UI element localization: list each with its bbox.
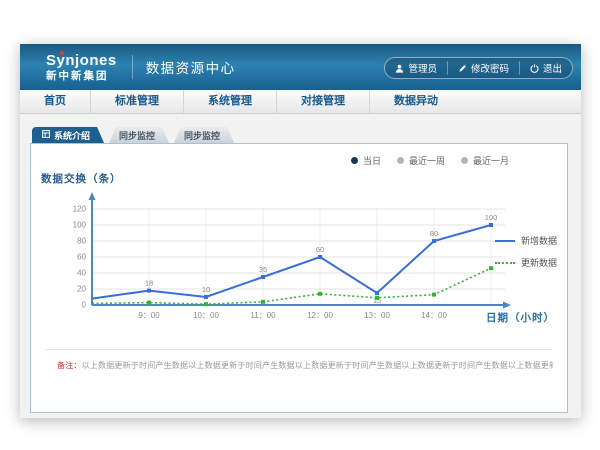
tab[interactable]: 系统介绍	[32, 127, 104, 143]
chart-legend: 新增数据 更新数据	[495, 234, 557, 269]
tab-label: 同步监控	[119, 129, 155, 142]
x-axis-title: 日期（小时）	[486, 310, 555, 325]
svg-text:20: 20	[77, 285, 86, 294]
svg-text:35: 35	[259, 265, 267, 274]
company-logo: Synjones 新中新集团	[46, 53, 117, 82]
footnote-text: 以上数据更新于时间产生数据以上数据更新于时间产生数据以上数据更新于时间产生数据以…	[82, 361, 553, 370]
content-area: 系统介绍 同步监控 同步监控 当日 最近一周 最近一月 数据交换（条） 0 20 4…	[30, 127, 568, 413]
user-menu-label: 修改密码	[471, 61, 509, 75]
legend-line-sample	[495, 240, 515, 242]
user-menu-item[interactable]: 修改密码	[447, 61, 519, 75]
filter-option[interactable]: 最近一周	[397, 154, 445, 167]
svg-text:60: 60	[316, 245, 324, 254]
legend-label: 新增数据	[521, 234, 557, 247]
svg-text:10: 10	[202, 285, 210, 294]
filter-label: 最近一月	[473, 154, 509, 167]
nav-item[interactable]: 标准管理	[90, 90, 183, 113]
filter-label: 当日	[363, 154, 381, 167]
nav-item[interactable]: 对接管理	[276, 90, 369, 113]
logout-icon	[530, 64, 539, 73]
svg-text:80: 80	[77, 237, 86, 246]
edit-icon	[458, 64, 467, 73]
radio-icon	[461, 157, 468, 164]
svg-text:18: 18	[145, 279, 153, 288]
svg-text:10：00: 10：00	[193, 311, 219, 320]
filter-option[interactable]: 最近一月	[461, 154, 509, 167]
footnote-label: 备注：	[57, 361, 82, 370]
time-range-filters: 当日 最近一周 最近一月	[351, 154, 509, 167]
svg-text:14：00: 14：00	[421, 311, 447, 320]
legend-item[interactable]: 更新数据	[495, 256, 557, 269]
line-chart: 0 20 40 60 80 100 120 9：00 10：00 11：00 12：00 13：00 1…	[47, 190, 517, 335]
svg-text:13：00: 13：00	[364, 311, 390, 320]
logo-subtitle: 新中新集团	[46, 71, 117, 82]
user-menu: 管理员 修改密码 退出	[384, 57, 573, 79]
filter-option[interactable]: 当日	[351, 154, 381, 167]
tab-bar: 系统介绍 同步监控 同步监控	[32, 127, 568, 143]
note-divider	[45, 349, 553, 350]
tab-label: 同步监控	[184, 129, 220, 142]
svg-text:120: 120	[73, 205, 87, 214]
nav-item[interactable]: 首页	[20, 90, 90, 113]
filter-label: 最近一周	[409, 154, 445, 167]
tab-label: 系统介绍	[54, 129, 90, 142]
page-title: 数据资源中心	[146, 57, 236, 77]
radio-icon	[351, 157, 358, 164]
tab[interactable]: 同步监控	[174, 127, 234, 143]
y-axis-title: 数据交换（条）	[41, 171, 122, 186]
chart-container: 0 20 40 60 80 100 120 9：00 10：00 11：00 12：00 13：00 1…	[47, 190, 517, 340]
svg-text:40: 40	[77, 269, 86, 278]
user-menu-label: 管理员	[408, 61, 437, 75]
web-page: Synjones 新中新集团 数据资源中心 管理员 修改密码 退出 首页标准管理…	[20, 44, 581, 418]
user-menu-item[interactable]: 管理员	[385, 61, 447, 75]
user-menu-item[interactable]: 退出	[519, 61, 572, 75]
logo-accent-dot	[60, 51, 64, 55]
svg-text:100: 100	[485, 213, 498, 222]
user-icon	[395, 64, 404, 73]
svg-text:100: 100	[73, 221, 87, 230]
nav-item[interactable]: 系统管理	[183, 90, 276, 113]
screenshot-stage: Synjones 新中新集团 数据资源中心 管理员 修改密码 退出 首页标准管理…	[0, 0, 600, 450]
svg-text:80: 80	[430, 229, 438, 238]
svg-text:0: 0	[82, 301, 87, 310]
user-menu-label: 退出	[543, 61, 562, 75]
radio-icon	[397, 157, 404, 164]
svg-text:60: 60	[77, 253, 86, 262]
footnote: 备注：以上数据更新于时间产生数据以上数据更新于时间产生数据以上数据更新于时间产生…	[57, 360, 553, 371]
chart-panel: 当日 最近一周 最近一月 数据交换（条） 0 20 40 60 80 100 120 9：00…	[30, 143, 568, 413]
legend-line-sample	[495, 262, 515, 264]
legend-item[interactable]: 新增数据	[495, 234, 557, 247]
svg-text:12：00: 12：00	[307, 311, 333, 320]
svg-text:9：00: 9：00	[138, 311, 160, 320]
nav-item[interactable]: 数据异动	[369, 90, 462, 113]
legend-label: 更新数据	[521, 256, 557, 269]
svg-text:11：00: 11：00	[250, 311, 276, 320]
grid-icon	[42, 130, 50, 140]
header-divider	[132, 55, 133, 79]
top-header: Synjones 新中新集团 数据资源中心 管理员 修改密码 退出	[20, 44, 581, 90]
main-nav: 首页标准管理系统管理对接管理数据异动	[20, 90, 581, 114]
logo-title: Synjones	[46, 53, 117, 68]
tab[interactable]: 同步监控	[109, 127, 169, 143]
